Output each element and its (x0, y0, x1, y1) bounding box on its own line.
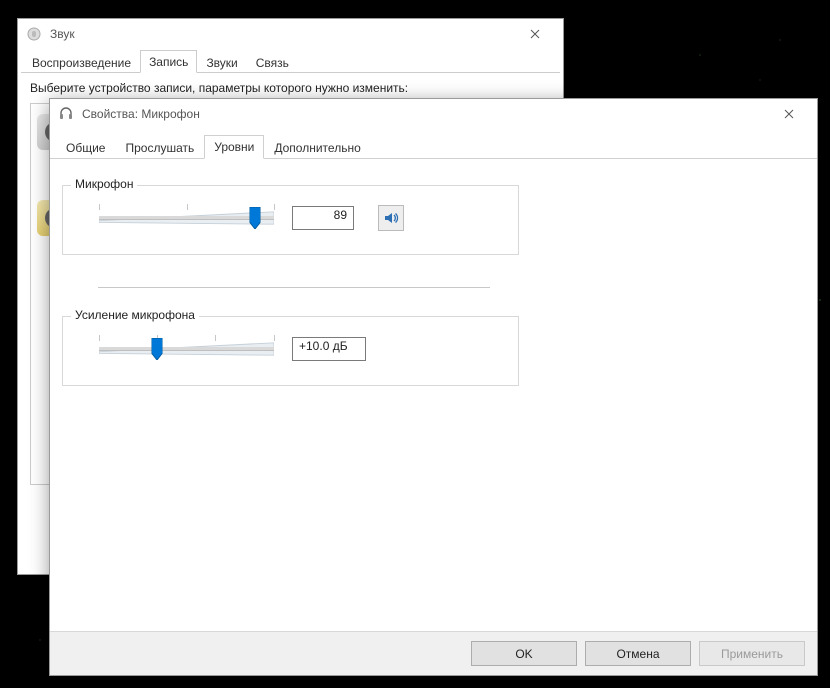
slider-thumb[interactable] (249, 207, 260, 229)
microphone-boost-slider[interactable] (99, 335, 274, 363)
props-window-title: Свойства: Микрофон (82, 107, 200, 121)
dialog-button-row: OK Отмена Применить (50, 631, 817, 675)
slider-thumb[interactable] (151, 338, 162, 360)
microphone-boost-value[interactable]: +10.0 дБ (292, 337, 366, 361)
close-icon (784, 109, 794, 119)
separator (98, 287, 490, 288)
sound-icon (26, 26, 42, 42)
props-tabstrip: Общие Прослушать Уровни Дополнительно (50, 133, 817, 159)
speaker-icon (383, 210, 399, 226)
microphone-group-legend: Микрофон (71, 177, 137, 191)
sound-tabstrip: Воспроизведение Запись Звуки Связь (21, 49, 560, 73)
tab-playback[interactable]: Воспроизведение (23, 51, 140, 73)
sound-window-title: Звук (50, 27, 75, 41)
microphone-properties-window: Свойства: Микрофон Общие Прослушать Уров… (49, 98, 818, 676)
props-close-button[interactable] (767, 100, 811, 128)
sound-close-button[interactable] (513, 20, 557, 48)
tab-sounds[interactable]: Звуки (197, 51, 246, 73)
tab-levels[interactable]: Уровни (204, 135, 264, 159)
apply-button: Применить (699, 641, 805, 666)
headset-icon (58, 106, 74, 122)
microphone-mute-button[interactable] (378, 205, 404, 231)
tab-recording[interactable]: Запись (140, 50, 197, 73)
cancel-button[interactable]: Отмена (585, 641, 691, 666)
ok-button[interactable]: OK (471, 641, 577, 666)
close-icon (530, 29, 540, 39)
tab-listen[interactable]: Прослушать (115, 136, 204, 159)
sound-titlebar[interactable]: Звук (18, 19, 563, 49)
levels-tab-page: Микрофон (50, 159, 817, 624)
microphone-volume-group: Микрофон (62, 185, 519, 255)
microphone-volume-value[interactable]: 89 (292, 206, 354, 230)
slider-track (99, 347, 274, 351)
microphone-volume-slider[interactable] (99, 204, 274, 232)
microphone-boost-group: Усиление микрофона (62, 316, 519, 386)
props-titlebar[interactable]: Свойства: Микрофон (50, 99, 817, 129)
tab-advanced[interactable]: Дополнительно (264, 136, 370, 159)
tab-communication[interactable]: Связь (247, 51, 298, 73)
sound-instruction-text: Выберите устройство записи, параметры ко… (18, 73, 563, 99)
tab-general[interactable]: Общие (56, 136, 115, 159)
boost-group-legend: Усиление микрофона (71, 308, 199, 322)
slider-track (99, 216, 274, 220)
